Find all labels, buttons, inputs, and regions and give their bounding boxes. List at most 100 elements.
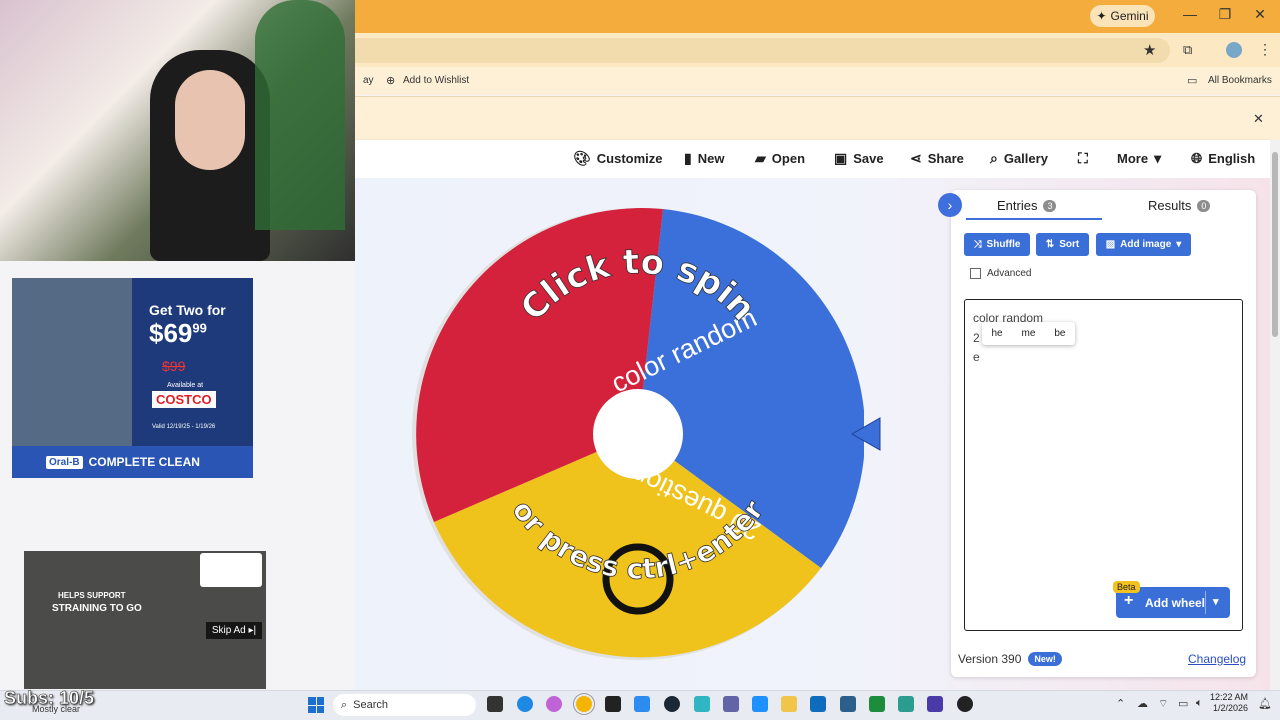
version-info: Version 390 New! (958, 652, 1062, 666)
omnibox[interactable] (355, 38, 1170, 63)
obs-icon[interactable] (957, 696, 973, 712)
sort-icon: ⇅ (1045, 239, 1055, 250)
subs-counter: Subs: 10/5 (4, 688, 95, 709)
suggestion-item[interactable]: he (991, 328, 1002, 339)
save-button[interactable]: ▣ Save (834, 150, 884, 167)
close-infobar-icon[interactable]: ✕ (1253, 111, 1264, 127)
tray-chevron-icon[interactable]: ⌃ (1116, 697, 1125, 710)
file-explorer-icon[interactable] (781, 696, 797, 712)
tab-entries[interactable]: Entries 3 (997, 198, 1057, 213)
sort-button[interactable]: ⇅ Sort (1036, 233, 1089, 256)
more-button[interactable]: More ▾ (1117, 150, 1161, 167)
results-count-badge: 0 (1197, 199, 1211, 212)
epic-games-icon[interactable] (605, 696, 621, 712)
windows-start-icon[interactable] (308, 697, 324, 713)
language-button[interactable]: 🌐︎ English (1191, 150, 1255, 167)
taskbar-search[interactable]: ⌕ Search (333, 694, 476, 716)
ad-brand-strip: Oral-B COMPLETE CLEAN (12, 446, 253, 478)
changelog-link[interactable]: Changelog (1188, 652, 1246, 666)
advertisement-toothbrush[interactable]: Get Two for $6999 $99 Available at COSTC… (12, 278, 253, 478)
entry-line: e (973, 350, 980, 364)
split-divider (1205, 591, 1206, 614)
collapse-panel-button[interactable]: › (938, 193, 962, 217)
tab-results[interactable]: Results 0 (1148, 198, 1211, 213)
add-image-button[interactable]: ▨ Add image ▾ (1096, 233, 1191, 256)
suggestion-item[interactable]: be (1054, 328, 1065, 339)
share-button[interactable]: ⋖ Share (910, 150, 964, 167)
fullscreen-icon: ⛶ (1078, 150, 1088, 166)
app-icon[interactable] (694, 696, 710, 712)
spin-wheel[interactable]: color random 20 questions Click to spin … (412, 206, 864, 661)
restore-button[interactable]: ❐ (1215, 6, 1235, 23)
streamer-face (175, 70, 245, 170)
mail-icon[interactable] (810, 696, 826, 712)
store-icon[interactable] (840, 696, 856, 712)
excel-icon[interactable] (869, 696, 885, 712)
advanced-checkbox[interactable] (970, 268, 981, 279)
wheel-pointer-icon (850, 417, 881, 451)
notification-bell-icon[interactable]: 🔔︎ (1258, 697, 1272, 710)
menu-kebab-icon[interactable]: ⋮ (1258, 41, 1272, 58)
close-window-button[interactable]: ✕ (1250, 6, 1270, 23)
profile-avatar[interactable] (1226, 42, 1242, 58)
gallery-button[interactable]: ⌕ Gallery (990, 150, 1048, 167)
minimize-button[interactable]: — (1180, 6, 1200, 22)
tray-network-icon[interactable]: ⌔ (1158, 697, 1168, 711)
scrollbar-thumb[interactable] (1272, 152, 1278, 337)
volume-icon[interactable]: 🔈︎ (1196, 697, 1203, 710)
steam-icon[interactable] (664, 696, 680, 712)
share-icon: ⋖ (910, 150, 922, 166)
image-icon: ▨ (1105, 239, 1116, 250)
beta-badge: Beta (1113, 581, 1140, 593)
taskbar-clock[interactable]: 12:22 AM 1/2/2026 (1210, 692, 1248, 714)
folder-icon: ▭ (1187, 75, 1198, 87)
wheel-center-hub (593, 389, 683, 479)
suggestion-item[interactable]: me (1022, 328, 1036, 339)
app-icon[interactable] (927, 696, 943, 712)
customize-button[interactable]: 🎨︎ Customize (573, 150, 663, 167)
clock-date: 1/2/2026 (1212, 703, 1249, 713)
app-icon[interactable] (898, 696, 914, 712)
caret-down-icon: ▾ (1176, 239, 1182, 250)
entries-count-badge: 3 (1043, 199, 1057, 212)
skip-ad-button[interactable]: Skip Ad ▸| (206, 622, 262, 639)
app-icon[interactable] (634, 696, 650, 712)
tray-display-icon[interactable]: ▭ (1178, 697, 1188, 710)
chrome-icon[interactable] (576, 696, 592, 712)
copilot-icon[interactable] (546, 696, 562, 712)
shuffle-button[interactable]: ⤨ Shuffle (964, 233, 1030, 256)
task-view-icon[interactable] (487, 696, 503, 712)
info-bar: ✕ (355, 96, 1280, 140)
advanced-toggle[interactable]: Advanced (970, 268, 1031, 279)
edge-icon[interactable] (517, 696, 533, 712)
sparkle-icon: ✦ (1096, 9, 1107, 23)
tab-search-icon[interactable]: ⧉ (1183, 42, 1192, 58)
clock-time: 12:22 AM (1210, 692, 1249, 702)
palette-icon: 🎨︎ (573, 150, 591, 166)
ad-product-image (12, 278, 132, 446)
folder-open-icon: ▰ (755, 150, 766, 166)
caret-down-icon[interactable]: ▾ (1213, 595, 1219, 608)
advertisement-video[interactable]: HELPS SUPPORT STRAINING TO GO (24, 551, 266, 689)
all-bookmarks[interactable]: All Bookmarks (1208, 75, 1272, 86)
new-badge: New! (1028, 652, 1062, 666)
gemini-button[interactable]: ✦ Gemini (1090, 5, 1155, 27)
star-bookmark-icon[interactable]: ★ (1143, 41, 1156, 59)
bookmark-item-partial[interactable]: ay (363, 75, 374, 86)
plus-icon: + (1124, 592, 1134, 609)
bookmark-add-to-wishlist[interactable]: Add to Wishlist (403, 75, 469, 86)
app-icon[interactable] (752, 696, 768, 712)
search-icon: ⌕ (990, 150, 998, 166)
new-button[interactable]: ▮ New (684, 150, 724, 167)
costco-logo: COSTCO (152, 391, 216, 408)
fullscreen-button[interactable]: ⛶ (1078, 150, 1088, 167)
skip-icon: ▸| (245, 625, 257, 636)
webcam-overlay (0, 0, 355, 261)
open-button[interactable]: ▰ Open (755, 150, 805, 167)
christmas-tree (255, 0, 345, 230)
active-tab-indicator (966, 218, 1102, 220)
entries-textarea[interactable] (964, 299, 1243, 631)
tray-onedrive-icon[interactable]: ☁ (1137, 697, 1148, 710)
teams-icon[interactable] (723, 696, 739, 712)
globe-icon: 🌐︎ (1191, 150, 1203, 166)
